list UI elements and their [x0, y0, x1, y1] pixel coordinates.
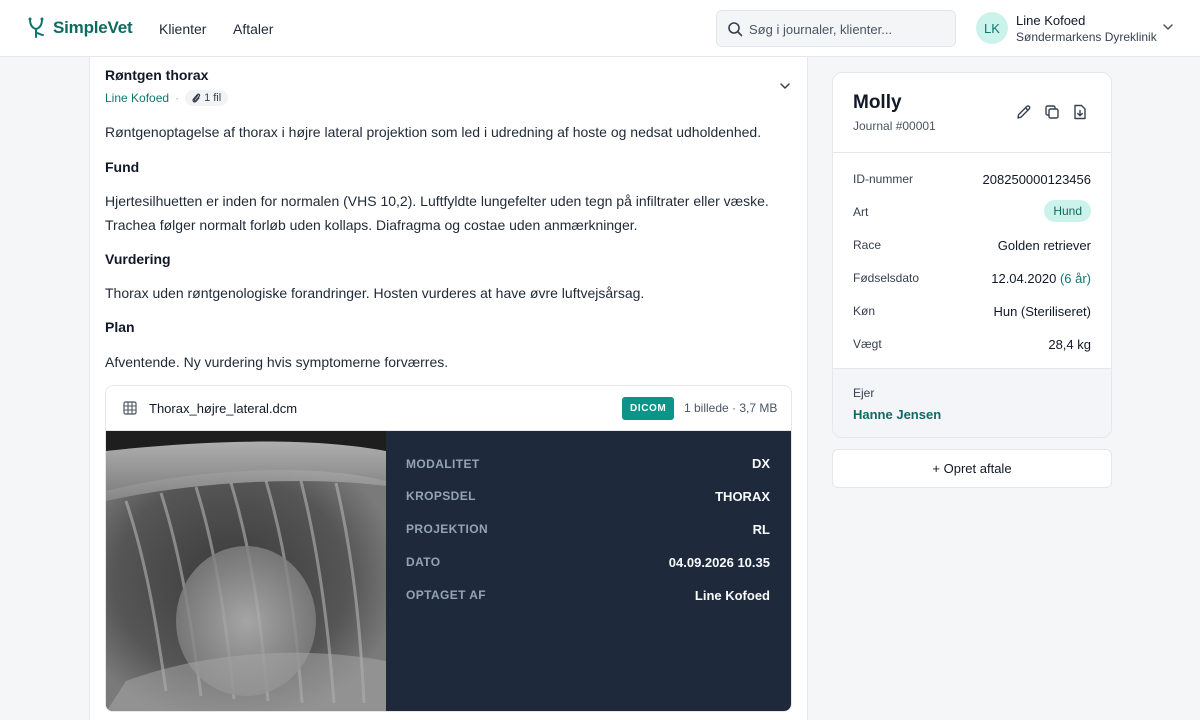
- owner-label: Ejer: [853, 386, 875, 400]
- chevron-down-icon[interactable]: [778, 79, 792, 93]
- paperclip-icon: [192, 93, 201, 103]
- search-input[interactable]: [749, 19, 949, 39]
- field-label-sex: Køn: [853, 304, 876, 318]
- entry-author-link[interactable]: Line Kofoed: [105, 91, 169, 105]
- patient-age: (6 år): [1059, 271, 1091, 286]
- field-label-breed: Race: [853, 238, 882, 252]
- dicom-metadata-panel: MODALITET DX KROPSDEL THORAX PROJEKTION …: [386, 431, 791, 711]
- download-document-icon[interactable]: [1071, 103, 1089, 121]
- paw-stethoscope-icon: [28, 17, 44, 38]
- section-text: Trachea følger normalt forløb uden kolla…: [105, 217, 638, 233]
- species-badge: Hund: [1044, 200, 1091, 222]
- owner-section: Ejer Hanne Jensen: [833, 368, 1111, 437]
- create-appointment-button[interactable]: + Opret aftale: [832, 449, 1112, 488]
- meta-label-modality: MODALITET: [406, 457, 480, 471]
- field-label-id: ID-nummer: [853, 172, 914, 186]
- section-heading: Fund: [105, 159, 140, 175]
- nav-klienter[interactable]: Klienter: [159, 21, 206, 37]
- field-value-breed: Golden retriever: [997, 238, 1091, 253]
- meta-value-date: 04.09.2026 10.35: [668, 555, 770, 570]
- section-text: Hjertesilhuetten er inden for normalen (…: [105, 193, 769, 209]
- file-count-label: 1 fil: [204, 92, 222, 104]
- brand-logo[interactable]: SimpleVet: [26, 17, 133, 39]
- meta-label-bodypart: KROPSDEL: [406, 489, 476, 503]
- journal-entry: Røntgen thorax Line Kofoed · 1 fil Røntg…: [89, 57, 808, 720]
- dicom-badge: DICOM: [622, 397, 675, 420]
- meta-value-bodypart: THORAX: [715, 489, 770, 504]
- divider: [833, 152, 1111, 153]
- grid-icon: [123, 401, 137, 415]
- user-name: Line Kofoed: [1016, 13, 1086, 28]
- attachment-header[interactable]: Thorax_højre_lateral.dcm DICOM 1 billede…: [106, 386, 791, 431]
- meta-label-projection: PROJEKTION: [406, 522, 489, 536]
- field-value-sex: Hun (Steriliseret): [993, 304, 1091, 319]
- meta-label-acquired-by: OPTAGET AF: [406, 588, 486, 602]
- attachment-info: 1 billede · 3,7 MB: [684, 401, 778, 415]
- xray-thorax-image: [106, 431, 386, 711]
- entry-meta: Line Kofoed · 1 fil: [105, 88, 229, 108]
- owner-link[interactable]: Hanne Jensen: [853, 407, 941, 422]
- dicom-attachment: Thorax_højre_lateral.dcm DICOM 1 billede…: [105, 385, 792, 712]
- brand-name: SimpleVet: [53, 18, 133, 37]
- top-bar: SimpleVet Klienter Aftaler LK Line Kofoe…: [0, 0, 1200, 57]
- field-value-weight: 28,4 kg: [1048, 337, 1091, 352]
- field-value-id: 208250000123456: [982, 172, 1091, 187]
- copy-icon[interactable]: [1043, 103, 1061, 121]
- meta-value-projection: RL: [752, 522, 770, 537]
- meta-value-acquired-by: Line Kofoed: [694, 588, 770, 603]
- file-count-badge[interactable]: 1 fil: [185, 90, 229, 106]
- meta-value-modality: DX: [751, 456, 770, 471]
- dob-date: 12.04.2020: [991, 271, 1057, 286]
- xray-image[interactable]: [106, 431, 386, 711]
- section-heading: Plan: [105, 319, 135, 335]
- field-value-dob: 12.04.2020 (6 år): [991, 271, 1091, 286]
- section-text: Afventende. Ny vurdering hvis symptomern…: [105, 354, 449, 370]
- edit-icon[interactable]: [1015, 103, 1033, 121]
- attachment-filename[interactable]: Thorax_højre_lateral.dcm: [149, 401, 297, 416]
- nav-aftaler[interactable]: Aftaler: [233, 21, 273, 37]
- field-label-species: Art: [853, 205, 869, 219]
- patient-name: Molly: [853, 92, 902, 113]
- meta-label-date: DATO: [406, 555, 441, 569]
- avatar: LK: [976, 12, 1008, 44]
- section-text: Thorax uden røntgenologiske forandringer…: [105, 285, 645, 301]
- field-label-dob: Fødselsdato: [853, 271, 920, 285]
- field-label-weight: Vægt: [853, 337, 882, 351]
- user-clinic: Søndermarkens Dyreklinik: [1016, 30, 1157, 44]
- entry-title: Røntgen thorax: [105, 67, 209, 83]
- journal-number: Journal #00001: [853, 119, 936, 133]
- section-heading: Vurdering: [105, 251, 171, 267]
- meta-separator: ·: [175, 91, 180, 105]
- search-icon: [728, 22, 743, 37]
- entry-intro: Røntgenoptagelse af thorax i højre later…: [105, 124, 762, 140]
- search-box[interactable]: [716, 10, 956, 47]
- chevron-down-icon[interactable]: [1162, 21, 1174, 33]
- patient-card: Molly Journal #00001 ID-nummer 208250000…: [832, 72, 1112, 438]
- user-menu[interactable]: LK Line Kofoed Søndermarkens Dyreklinik: [976, 12, 1181, 46]
